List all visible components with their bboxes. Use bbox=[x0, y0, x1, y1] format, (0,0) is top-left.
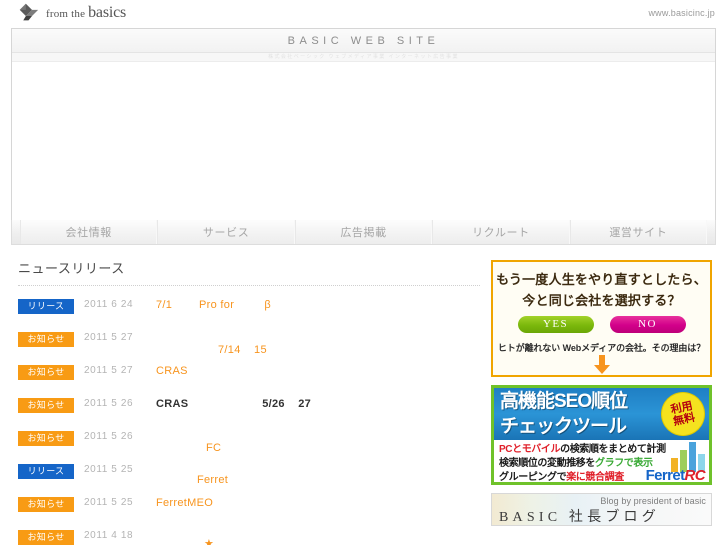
news-row: お知らせ 2011 5 27 7/14 15 bbox=[18, 329, 480, 362]
feature3-highlight: 楽に競合調査 bbox=[566, 472, 624, 483]
news-badge[interactable]: お知らせ bbox=[18, 530, 74, 545]
hero-stage: BASIC WEB SITE 株式会社ベーシック ウェブメディア事業 インターネ… bbox=[11, 28, 716, 245]
news-date: 2011 6 24 bbox=[84, 299, 134, 310]
news-row: お知らせ 2011 5 26 FC bbox=[18, 428, 480, 461]
news-divider bbox=[18, 285, 480, 286]
no-button[interactable]: NO bbox=[609, 316, 686, 333]
news-section: ニュースリリース リリース 2011 6 24 7/1 Pro for β お知らせ 2… bbox=[18, 258, 480, 545]
nav-service[interactable]: サービス bbox=[157, 220, 295, 244]
banner-seo-header: 高機能SEO順位 チェックツール 利用 無料 bbox=[494, 388, 709, 440]
news-title-link[interactable]: ★ bbox=[156, 529, 480, 545]
banner-recruit-line2: 今と同じ会社を選択する？ bbox=[522, 293, 681, 308]
blog-title: BASIC 社長ブログ bbox=[499, 510, 660, 525]
news-title-link[interactable]: FC bbox=[156, 430, 480, 456]
news-badge[interactable]: お知らせ bbox=[18, 365, 74, 380]
ferret-brand: FerretRC bbox=[645, 467, 706, 484]
news-badge[interactable]: お知らせ bbox=[18, 497, 74, 512]
nav-sites[interactable]: 運営サイト bbox=[569, 220, 708, 244]
hero-title: BASIC WEB SITE bbox=[12, 29, 715, 53]
diamond-logo-icon bbox=[19, 3, 39, 21]
news-date: 2011 4 18 bbox=[84, 530, 134, 541]
feature1-highlight: PCとモバイル bbox=[499, 444, 561, 455]
hero-image-area bbox=[12, 62, 715, 243]
news-row: お知らせ 2011 4 18 ★ bbox=[18, 527, 480, 545]
banner-president-blog[interactable]: Blog by president of basic BASIC 社長ブログ bbox=[491, 493, 712, 526]
feature1-rest: の検索順をまとめて計測 bbox=[560, 444, 666, 455]
banner-recruit-tagline: ヒトが離れない Webメディアの会社。その理由は？ bbox=[497, 343, 706, 353]
news-row: リリース 2011 5 25 Ferret bbox=[18, 461, 480, 494]
news-title-link[interactable]: 7/1 Pro for β bbox=[156, 298, 480, 313]
news-badge[interactable]: リリース bbox=[18, 299, 74, 314]
news-badge[interactable]: リリース bbox=[18, 464, 74, 479]
news-badge[interactable]: お知らせ bbox=[18, 398, 74, 413]
ferret-name: Ferret bbox=[645, 467, 686, 484]
logo-name: basics bbox=[88, 3, 127, 21]
feature3-rest: グルーピングで bbox=[499, 472, 567, 483]
nav-left-spacer bbox=[12, 220, 20, 244]
hero-subtitle: 株式会社ベーシック ウェブメディア事業 インターネット広告事業 bbox=[12, 53, 715, 62]
news-list: リリース 2011 6 24 7/1 Pro for β お知らせ 2011 5 27 7… bbox=[18, 296, 480, 545]
feature2-highlight: グラフで表示 bbox=[595, 458, 653, 469]
nav-right-spacer bbox=[707, 220, 715, 244]
yes-button[interactable]: YES bbox=[517, 316, 594, 333]
news-row: お知らせ 2011 5 25 FerretMEO bbox=[18, 494, 480, 527]
page-root: from the basics www.basicinc.jp BASIC WE… bbox=[0, 0, 727, 545]
news-row: リリース 2011 6 24 7/1 Pro for β bbox=[18, 296, 480, 329]
banner-recruit[interactable]: もう一度人生をやり直すとしたら、 今と同じ会社を選択する？ YES NO ヒトが… bbox=[491, 260, 712, 377]
news-heading: ニュースリリース bbox=[18, 261, 125, 276]
news-badge[interactable]: お知らせ bbox=[18, 431, 74, 446]
feature2-rest: 検索順位の変動推移を bbox=[499, 458, 595, 469]
main-navigation: 会社情報 サービス 広告掲載 リクルート 運営サイト bbox=[11, 220, 716, 245]
blog-subtitle: Blog by president of basic bbox=[600, 496, 706, 506]
nav-recruit[interactable]: リクルート bbox=[432, 220, 570, 244]
sidebar: もう一度人生をやり直すとしたら、 今と同じ会社を選択する？ YES NO ヒトが… bbox=[491, 260, 712, 526]
news-date: 2011 5 26 bbox=[84, 431, 134, 442]
banner-recruit-buttons: YES NO bbox=[493, 316, 710, 333]
news-row: お知らせ 2011 5 26 CRAS 5/26 27 bbox=[18, 395, 480, 428]
banner-seo-tool[interactable]: 高機能SEO順位 チェックツール 利用 無料 PCとモバイルの検索順をまとめて計… bbox=[491, 385, 712, 485]
news-title-link[interactable]: 7/14 15 bbox=[156, 331, 480, 358]
banner-seo-features: PCとモバイルの検索順をまとめて計測 検索順位の変動推移をグラフで表示 グルーピ… bbox=[494, 440, 709, 484]
down-arrow-icon bbox=[593, 355, 610, 374]
site-logo[interactable]: from the basics bbox=[18, 2, 126, 23]
logo-wordmark: from the basics bbox=[46, 4, 126, 22]
news-title-link[interactable]: CRAS 5/26 27 bbox=[156, 397, 480, 412]
banner-recruit-arrow-wrap bbox=[493, 355, 710, 375]
news-date: 2011 5 26 bbox=[84, 398, 134, 409]
news-date: 2011 5 27 bbox=[84, 332, 134, 343]
news-date: 2011 5 27 bbox=[84, 365, 134, 376]
nav-company[interactable]: 会社情報 bbox=[20, 220, 158, 244]
news-row: お知らせ 2011 5 27 CRAS bbox=[18, 362, 480, 395]
news-date: 2011 5 25 bbox=[84, 497, 134, 508]
banner-recruit-line1: もう一度人生をやり直すとしたら、 bbox=[496, 272, 707, 287]
site-url: www.basicinc.jp bbox=[648, 8, 715, 18]
news-title-link[interactable]: Ferret bbox=[156, 463, 480, 488]
nav-advertising[interactable]: 広告掲載 bbox=[294, 220, 433, 244]
ferret-rc: RC bbox=[684, 467, 706, 484]
news-title-link[interactable]: FerretMEO bbox=[156, 496, 480, 511]
news-badge[interactable]: お知らせ bbox=[18, 332, 74, 347]
news-title-link[interactable]: CRAS bbox=[156, 364, 480, 379]
news-date: 2011 5 25 bbox=[84, 464, 134, 475]
site-header: from the basics www.basicinc.jp bbox=[0, 0, 727, 28]
logo-prefix: from the bbox=[46, 7, 86, 20]
